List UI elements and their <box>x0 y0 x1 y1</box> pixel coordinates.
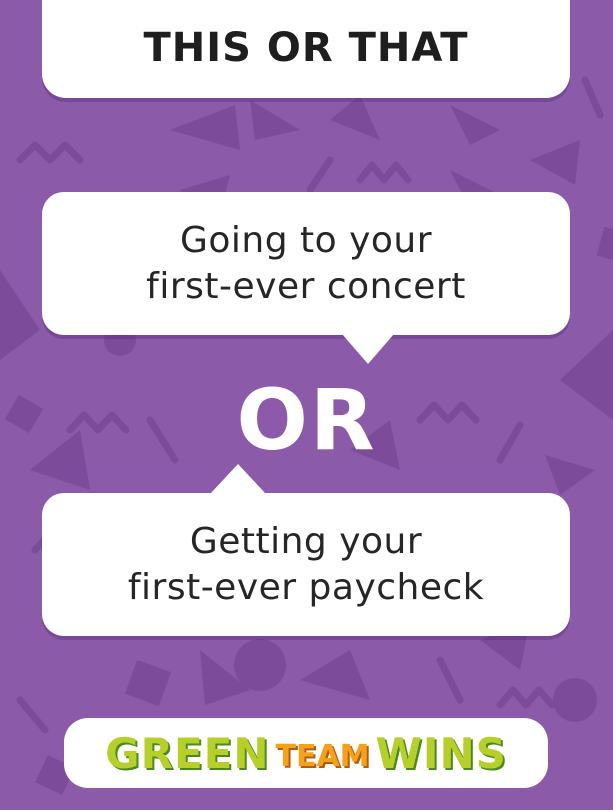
option-b-line-1: Getting your <box>189 520 423 562</box>
option-b-text: Getting your first-ever paycheck <box>128 519 484 611</box>
title-card: THIS OR THAT <box>42 0 570 98</box>
logo-word-green: GREEN <box>105 728 270 778</box>
green-team-wins-logo: GREEN TEAM WINS <box>64 718 548 788</box>
option-b-line-2: first-ever paycheck <box>127 566 485 608</box>
option-b-bubble: Getting your first-ever paycheck <box>42 493 570 636</box>
logo-word-wins: WINS <box>375 728 507 778</box>
option-b-bubble-tail <box>210 464 266 494</box>
option-a-text: Going to your first-ever concert <box>146 218 466 310</box>
logo-word-team: TEAM <box>275 738 370 774</box>
option-a-line-1: Going to your <box>179 219 433 261</box>
card-title: THIS OR THAT <box>143 25 469 71</box>
or-separator: OR <box>236 371 377 469</box>
option-a-bubble: Going to your first-ever concert <box>42 192 570 335</box>
option-a-line-2: first-ever concert <box>146 265 466 307</box>
option-a-bubble-tail <box>342 334 394 364</box>
